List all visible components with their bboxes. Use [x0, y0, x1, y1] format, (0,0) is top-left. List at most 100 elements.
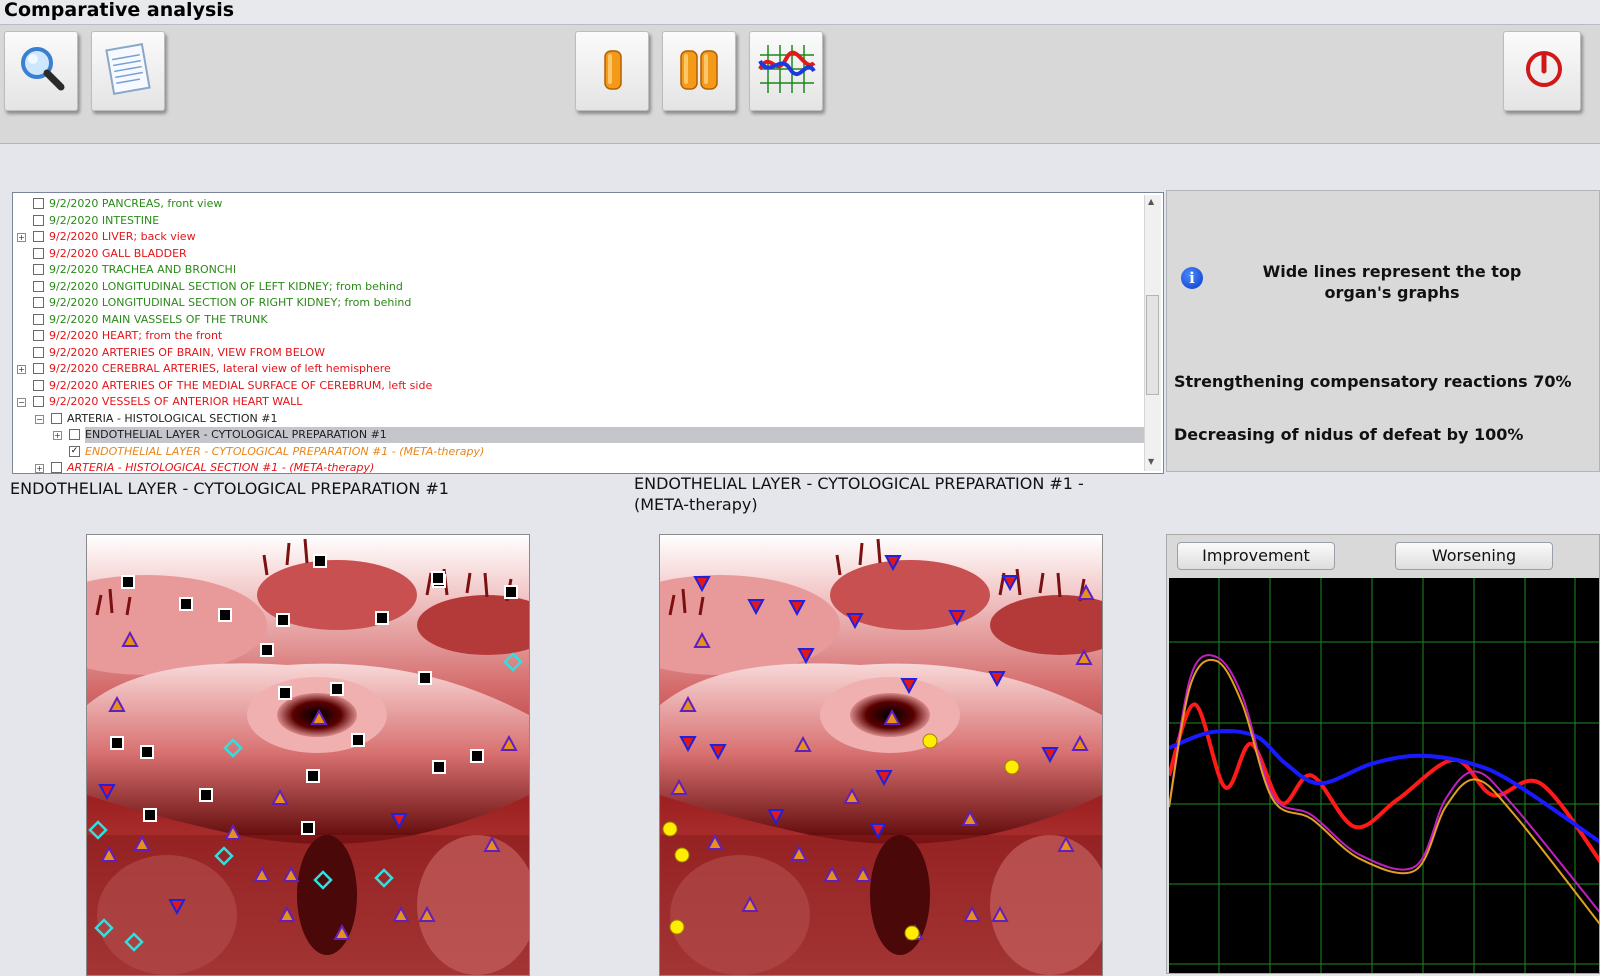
expand-icon[interactable]: +: [35, 464, 44, 473]
power-button[interactable]: [1503, 31, 1581, 111]
row-label: 9/2/2020 TRACHEA AND BRONCHI: [49, 262, 236, 278]
tree-row[interactable]: 9/2/2020 PANCREAS, front view: [13, 196, 1143, 212]
original-cell-image: [86, 534, 530, 976]
tree-row[interactable]: +9/2/2020 CEREBRAL ARTERIES, lateral vie…: [13, 361, 1143, 377]
row-checkbox[interactable]: [33, 214, 44, 226]
row-date: 9/2/2020: [49, 378, 99, 392]
scroll-up-icon[interactable]: ▲: [1148, 197, 1154, 206]
row-checkbox[interactable]: [33, 396, 44, 407]
organ-tree[interactable]: 9/2/2020 PANCREAS, front view 9/2/2020 IN…: [12, 192, 1164, 474]
double-capsule-icon: [680, 50, 718, 90]
dual-view-button[interactable]: [662, 31, 736, 111]
row-label: ENDOTHELIAL LAYER - CYTOLOGICAL PREPARAT…: [85, 427, 1147, 443]
square-marker: [276, 613, 290, 627]
row-text: MAIN VASSELS OF THE TRUNK: [101, 312, 268, 326]
info-note: Wide lines represent the top organ's gra…: [1262, 262, 1522, 302]
row-text: ARTERIES OF THE MEDIAL SURFACE OF CEREBR…: [101, 378, 433, 392]
row-checkbox[interactable]: [33, 330, 44, 341]
row-label: ARTERIA - HISTOLOGICAL SECTION #1: [67, 411, 277, 427]
tree-row[interactable]: 9/2/2020 HEART; from the front: [13, 328, 1143, 344]
square-marker: [306, 769, 320, 783]
row-date: 9/2/2020: [49, 296, 99, 309]
row-checkbox[interactable]: [33, 231, 44, 242]
tree-row[interactable]: 9/2/2020 INTESTINE: [13, 213, 1143, 229]
row-checkbox[interactable]: [33, 264, 44, 275]
info-icon: i: [1181, 267, 1203, 289]
row-checkbox[interactable]: [51, 462, 62, 473]
square-marker: [504, 585, 518, 599]
search-button[interactable]: [4, 31, 78, 111]
improvement-button[interactable]: Improvement: [1177, 542, 1335, 570]
tree-row[interactable]: + ENDOTHELIAL LAYER - CYTOLOGICAL PREPARA…: [13, 427, 1147, 443]
row-checkbox[interactable]: [33, 198, 44, 209]
row-label: 9/2/2020 LONGITUDINAL SECTION OF LEFT KI…: [49, 279, 403, 295]
row-date: 9/2/2020: [49, 213, 99, 227]
scroll-down-icon[interactable]: ▼: [1148, 457, 1154, 466]
collapse-icon[interactable]: −: [35, 414, 44, 424]
expand-icon[interactable]: +: [17, 365, 26, 374]
tree-row[interactable]: 9/2/2020 TRACHEA AND BRONCHI: [13, 262, 1143, 278]
square-marker: [140, 745, 154, 759]
row-label: 9/2/2020 INTESTINE: [49, 213, 159, 229]
square-marker: [313, 554, 327, 568]
tree-row[interactable]: − ARTERIA - HISTOLOGICAL SECTION #1: [13, 411, 1143, 427]
row-date: 9/2/2020: [49, 246, 99, 260]
square-marker: [431, 571, 445, 585]
collapse-icon[interactable]: −: [17, 398, 26, 407]
single-view-button[interactable]: [575, 31, 649, 111]
tree-scrollbar[interactable]: ▲ ▼: [1144, 195, 1161, 471]
graph-button[interactable]: [749, 31, 823, 111]
row-checkbox[interactable]: [33, 247, 44, 259]
row-checkbox[interactable]: [33, 280, 44, 292]
worsening-button[interactable]: Worsening: [1395, 542, 1553, 570]
row-label: 9/2/2020 PANCREAS, front view: [49, 196, 222, 212]
row-text: PANCREAS, front view: [101, 197, 223, 210]
row-label: ARTERIA - HISTOLOGICAL SECTION #1 - (MET…: [67, 460, 375, 474]
tree-row[interactable]: +9/2/2020 LIVER; back view: [13, 229, 1143, 245]
row-text: ARTERIA - HISTOLOGICAL SECTION #1: [67, 411, 278, 425]
toolbar: [0, 25, 1600, 144]
square-marker: [330, 682, 344, 696]
row-label: 9/2/2020 VESSELS OF ANTERIOR HEART WALL: [49, 394, 302, 410]
tree-row[interactable]: 9/2/2020 ARTERIES OF THE MEDIAL SURFACE …: [13, 378, 1143, 394]
expand-icon[interactable]: +: [17, 233, 26, 242]
meta-therapy-cell-image: [659, 534, 1103, 976]
square-marker: [301, 821, 315, 835]
report-button[interactable]: [91, 31, 165, 111]
power-icon: [1526, 51, 1562, 87]
row-checkbox[interactable]: [69, 429, 80, 440]
square-marker: [110, 736, 124, 750]
tree-row[interactable]: 9/2/2020 LONGITUDINAL SECTION OF LEFT KI…: [13, 279, 1143, 295]
comparison-chart-panel: Improvement Worsening: [1166, 534, 1600, 974]
row-checkbox[interactable]: [33, 297, 44, 308]
row-date: 9/2/2020: [49, 312, 99, 326]
row-label: 9/2/2020 ARTERIES OF THE MEDIAL SURFACE …: [49, 378, 432, 394]
tree-row[interactable]: − 9/2/2020 VESSELS OF ANTERIOR HEART WALL: [13, 394, 1143, 410]
row-text: ARTERIA - HISTOLOGICAL SECTION #1 - (MET…: [67, 461, 375, 474]
row-label: 9/2/2020 LONGITUDINAL SECTION OF RIGHT K…: [49, 295, 411, 311]
square-marker: [278, 686, 292, 700]
row-checkbox[interactable]: [33, 346, 44, 358]
square-marker: [143, 808, 157, 822]
tree-row[interactable]: + ARTERIA - HISTOLOGICAL SECTION #1 - (ME…: [13, 460, 1143, 474]
row-checkbox[interactable]: [33, 363, 44, 374]
tree-row[interactable]: ✓ ENDOTHELIAL LAYER - CYTOLOGICAL PREPARA…: [13, 444, 1143, 460]
info-panel: i Wide lines represent the top organ's g…: [1166, 190, 1600, 472]
row-text: GALL BLADDER: [101, 246, 187, 260]
row-checkbox[interactable]: ✓: [69, 445, 80, 457]
right-image-caption: ENDOTHELIAL LAYER - CYTOLOGICAL PREPARAT…: [634, 474, 1084, 514]
scroll-thumb[interactable]: [1146, 295, 1159, 395]
tree-row[interactable]: 9/2/2020 MAIN VASSELS OF THE TRUNK: [13, 312, 1143, 328]
hexagon-marker: [904, 925, 920, 941]
left-image-caption: ENDOTHELIAL LAYER - CYTOLOGICAL PREPARAT…: [10, 479, 449, 498]
square-marker: [218, 608, 232, 622]
square-marker: [432, 760, 446, 774]
row-checkbox[interactable]: [33, 379, 44, 391]
tree-row[interactable]: 9/2/2020 ARTERIES OF BRAIN, VIEW FROM BE…: [13, 345, 1143, 361]
row-date: 9/2/2020: [49, 279, 99, 293]
expand-icon[interactable]: +: [53, 431, 62, 440]
row-checkbox[interactable]: [33, 313, 44, 325]
tree-row[interactable]: 9/2/2020 LONGITUDINAL SECTION OF RIGHT K…: [13, 295, 1143, 311]
tree-row[interactable]: 9/2/2020 GALL BLADDER: [13, 246, 1143, 262]
row-checkbox[interactable]: [51, 412, 62, 424]
